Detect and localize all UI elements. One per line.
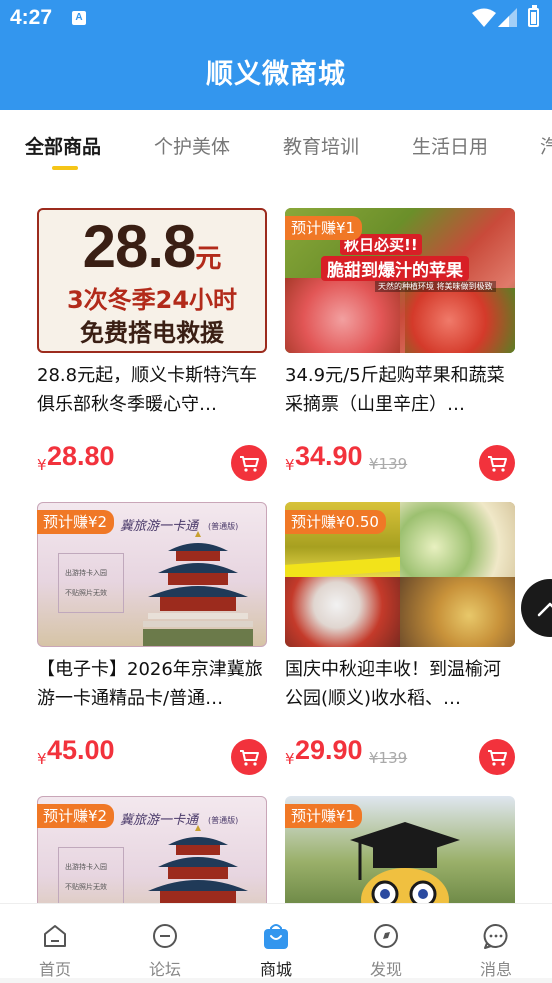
add-to-cart-button[interactable] — [479, 445, 515, 481]
nav-label: 论坛 — [148, 960, 181, 979]
product-name[interactable]: 【电子卡】2026年京津冀旅游一卡通精品卡/普通… — [37, 655, 267, 713]
cart-icon — [488, 750, 507, 766]
nav-label: 消息 — [479, 960, 512, 979]
tab-indicator — [52, 166, 78, 170]
product-card[interactable]: 预计赚¥0.50 国庆中秋迎丰收！到温榆河公园(顺义)收水稻、… ¥ 29.90… — [285, 502, 515, 777]
cart-icon — [488, 456, 507, 472]
product-name[interactable]: 34.9元/5斤起购苹果和蔬菜采摘票（山里辛庄）… — [285, 361, 515, 419]
nav-forum[interactable]: 论坛 — [120, 904, 210, 983]
add-to-cart-button[interactable] — [231, 739, 267, 775]
image-text-line: 3次冬季24小时 — [66, 286, 238, 314]
message-icon — [483, 923, 508, 949]
nav-label: 商城 — [259, 960, 292, 979]
scroll-to-top-button[interactable] — [521, 579, 552, 637]
earn-badge: 预计赚¥1 — [285, 804, 363, 828]
image-price-text: 28.8 — [82, 213, 197, 280]
page-title: 顺义微商城 — [206, 59, 346, 90]
nav-messages[interactable]: 消息 — [451, 904, 541, 983]
price-row: ¥ 28.80 — [37, 435, 267, 483]
earn-badge: 预计赚¥0.50 — [285, 510, 386, 534]
product-price: 45.00 — [47, 735, 115, 765]
product-image[interactable]: 28.8元 3次冬季24小时 免费搭电救援 — [37, 208, 267, 353]
image-text-line: 不贴照片无效 — [65, 589, 107, 597]
product-card[interactable]: 28.8元 3次冬季24小时 免费搭电救援 28.8元起，顺义卡斯特汽车俱乐部秋… — [37, 208, 267, 483]
discover-icon — [374, 924, 398, 948]
tab-personal-care[interactable]: 个护美体 — [154, 132, 230, 159]
battery-icon — [528, 5, 539, 27]
nav-mall[interactable]: 商城 — [231, 904, 321, 983]
nav-discover[interactable]: 发现 — [341, 904, 431, 983]
product-name[interactable]: 国庆中秋迎丰收！到温榆河公园(顺义)收水稻、… — [285, 655, 515, 713]
currency-symbol: ¥ — [37, 456, 47, 474]
product-card[interactable]: 秋日必买!! 脆甜到爆汁的苹果 天然的种植环境 将美味做到极致 预计赚¥1 34… — [285, 208, 515, 483]
original-price: ¥139 — [369, 455, 408, 473]
image-text-line: 不贴照片无效 — [65, 883, 107, 891]
currency-symbol: ¥ — [285, 750, 295, 768]
earn-badge: 预计赚¥1 — [285, 216, 363, 240]
cart-icon — [240, 456, 259, 472]
image-text-line: 免费搭电救援 — [80, 319, 224, 347]
price-row: ¥ 45.00 — [37, 729, 267, 777]
tab-daily-life[interactable]: 生活日用 — [412, 132, 488, 159]
currency-symbol: ¥ — [285, 456, 295, 474]
wifi-icon — [472, 8, 496, 27]
nav-home[interactable]: 首页 — [10, 904, 100, 983]
image-unit-text: 元 — [195, 243, 222, 273]
home-icon — [44, 925, 66, 947]
status-time: 4:27 — [10, 6, 53, 29]
add-to-cart-button[interactable] — [479, 739, 515, 775]
tab-auto[interactable]: 汽 — [540, 132, 552, 159]
currency-symbol: ¥ — [37, 750, 47, 768]
image-banner-text: 脆甜到爆汁的苹果 — [321, 256, 469, 281]
notification-icon: A — [72, 11, 86, 25]
product-price: 34.90 — [295, 441, 363, 471]
original-price: ¥139 — [369, 749, 408, 767]
product-name[interactable]: 28.8元起，顺义卡斯特汽车俱乐部秋冬季暖心守… — [37, 361, 267, 419]
price-row: ¥ 34.90 ¥139 — [285, 435, 515, 483]
earn-badge: 预计赚¥2 — [37, 510, 115, 534]
image-text-line: 出游持卡入园 — [65, 863, 107, 871]
signal-icon — [498, 8, 517, 27]
forum-icon — [153, 924, 177, 948]
tab-education[interactable]: 教育培训 — [283, 132, 359, 159]
product-card[interactable]: 冀旅游一卡通 (普通版) 出游持卡入园 不贴照片无效 预计赚¥2 【电子卡】20… — [37, 502, 267, 777]
image-text-line: 出游持卡入园 — [65, 569, 107, 577]
product-price: 28.80 — [47, 441, 115, 471]
tab-all-products[interactable]: 全部商品 — [25, 132, 101, 159]
arrow-up-icon — [537, 602, 552, 617]
cart-icon — [240, 750, 259, 766]
category-tabs: 全部商品 个护美体 教育培训 生活日用 汽 — [0, 110, 552, 180]
nav-label: 发现 — [369, 960, 402, 979]
image-banner-text: 天然的种植环境 将美味做到极致 — [375, 281, 496, 292]
nav-label: 首页 — [38, 960, 71, 979]
product-price: 29.90 — [295, 735, 363, 765]
add-to-cart-button[interactable] — [231, 445, 267, 481]
earn-badge: 预计赚¥2 — [37, 804, 115, 828]
shopping-bag-icon — [264, 924, 288, 949]
temple-of-heaven-illustration — [143, 531, 253, 646]
status-bar: 4:27 A — [0, 0, 552, 38]
app-header: 4:27 A 顺义微商城 — [0, 0, 552, 110]
price-row: ¥ 29.90 ¥139 — [285, 729, 515, 777]
bottom-navigation: 首页 论坛 商城 发现 消息 — [0, 903, 552, 983]
system-gesture-bar — [0, 978, 552, 983]
